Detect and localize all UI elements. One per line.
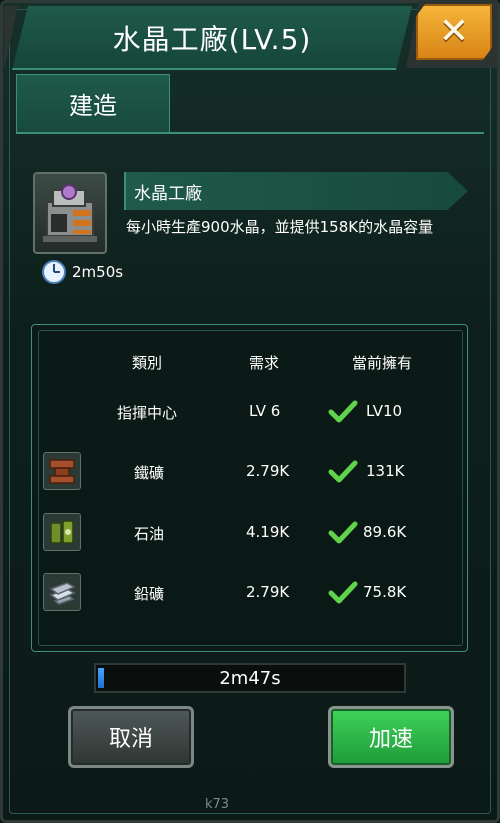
oil-barrel-icon (43, 513, 81, 551)
progress-remaining-time: 2m47s (219, 667, 281, 689)
close-button[interactable]: ✕ (416, 4, 492, 60)
lead-ingot-icon (43, 573, 81, 611)
tab-build[interactable]: 建造 (16, 74, 170, 132)
building-description: 每小時生產900水晶，並提供158K的水晶容量 (126, 218, 434, 236)
row-required: 2.79K (246, 462, 290, 480)
row-category: 指揮中心 (117, 404, 178, 422)
watermark: k73 (205, 797, 230, 812)
header-owned: 當前擁有 (352, 354, 413, 372)
row-owned: 75.8K (363, 583, 407, 601)
progress-fill (98, 668, 104, 688)
checkmark-icon (328, 460, 358, 483)
close-x-icon: ✕ (438, 11, 470, 52)
header-required: 需求 (249, 354, 280, 372)
clock-icon (42, 260, 66, 284)
row-owned: 131K (366, 462, 405, 480)
row-owned: 89.6K (363, 523, 407, 541)
cancel-button-label: 取消 (108, 727, 153, 752)
header-category: 類別 (132, 354, 163, 372)
row-required: LV 6 (249, 402, 281, 420)
build-time: 2m50s (72, 263, 124, 281)
row-category: 石油 (134, 525, 165, 543)
row-required: 2.79K (246, 583, 290, 601)
checkmark-icon (328, 400, 358, 423)
build-time-row: 2m50s (42, 260, 123, 284)
speed-up-button-label: 加速 (368, 727, 413, 752)
tab-divider (16, 132, 484, 134)
crystal-factory-icon (33, 172, 107, 254)
checkmark-icon (328, 581, 358, 604)
row-category: 鐵礦 (134, 464, 165, 482)
speed-up-button[interactable]: 加速 (328, 706, 454, 768)
building-name-banner: 水晶工廠 (124, 172, 468, 210)
build-progress-bar: 2m47s (94, 663, 406, 693)
row-owned: LV10 (366, 402, 403, 420)
dialog-title: 水晶工廠(LV.5) (112, 23, 312, 56)
building-name: 水晶工廠 (134, 183, 202, 204)
cancel-button[interactable]: 取消 (68, 706, 194, 768)
tab-build-label: 建造 (69, 92, 117, 120)
iron-ore-icon (43, 452, 81, 490)
checkmark-icon (328, 521, 358, 544)
row-required: 4.19K (246, 523, 290, 541)
row-category: 鉛礦 (134, 585, 165, 603)
